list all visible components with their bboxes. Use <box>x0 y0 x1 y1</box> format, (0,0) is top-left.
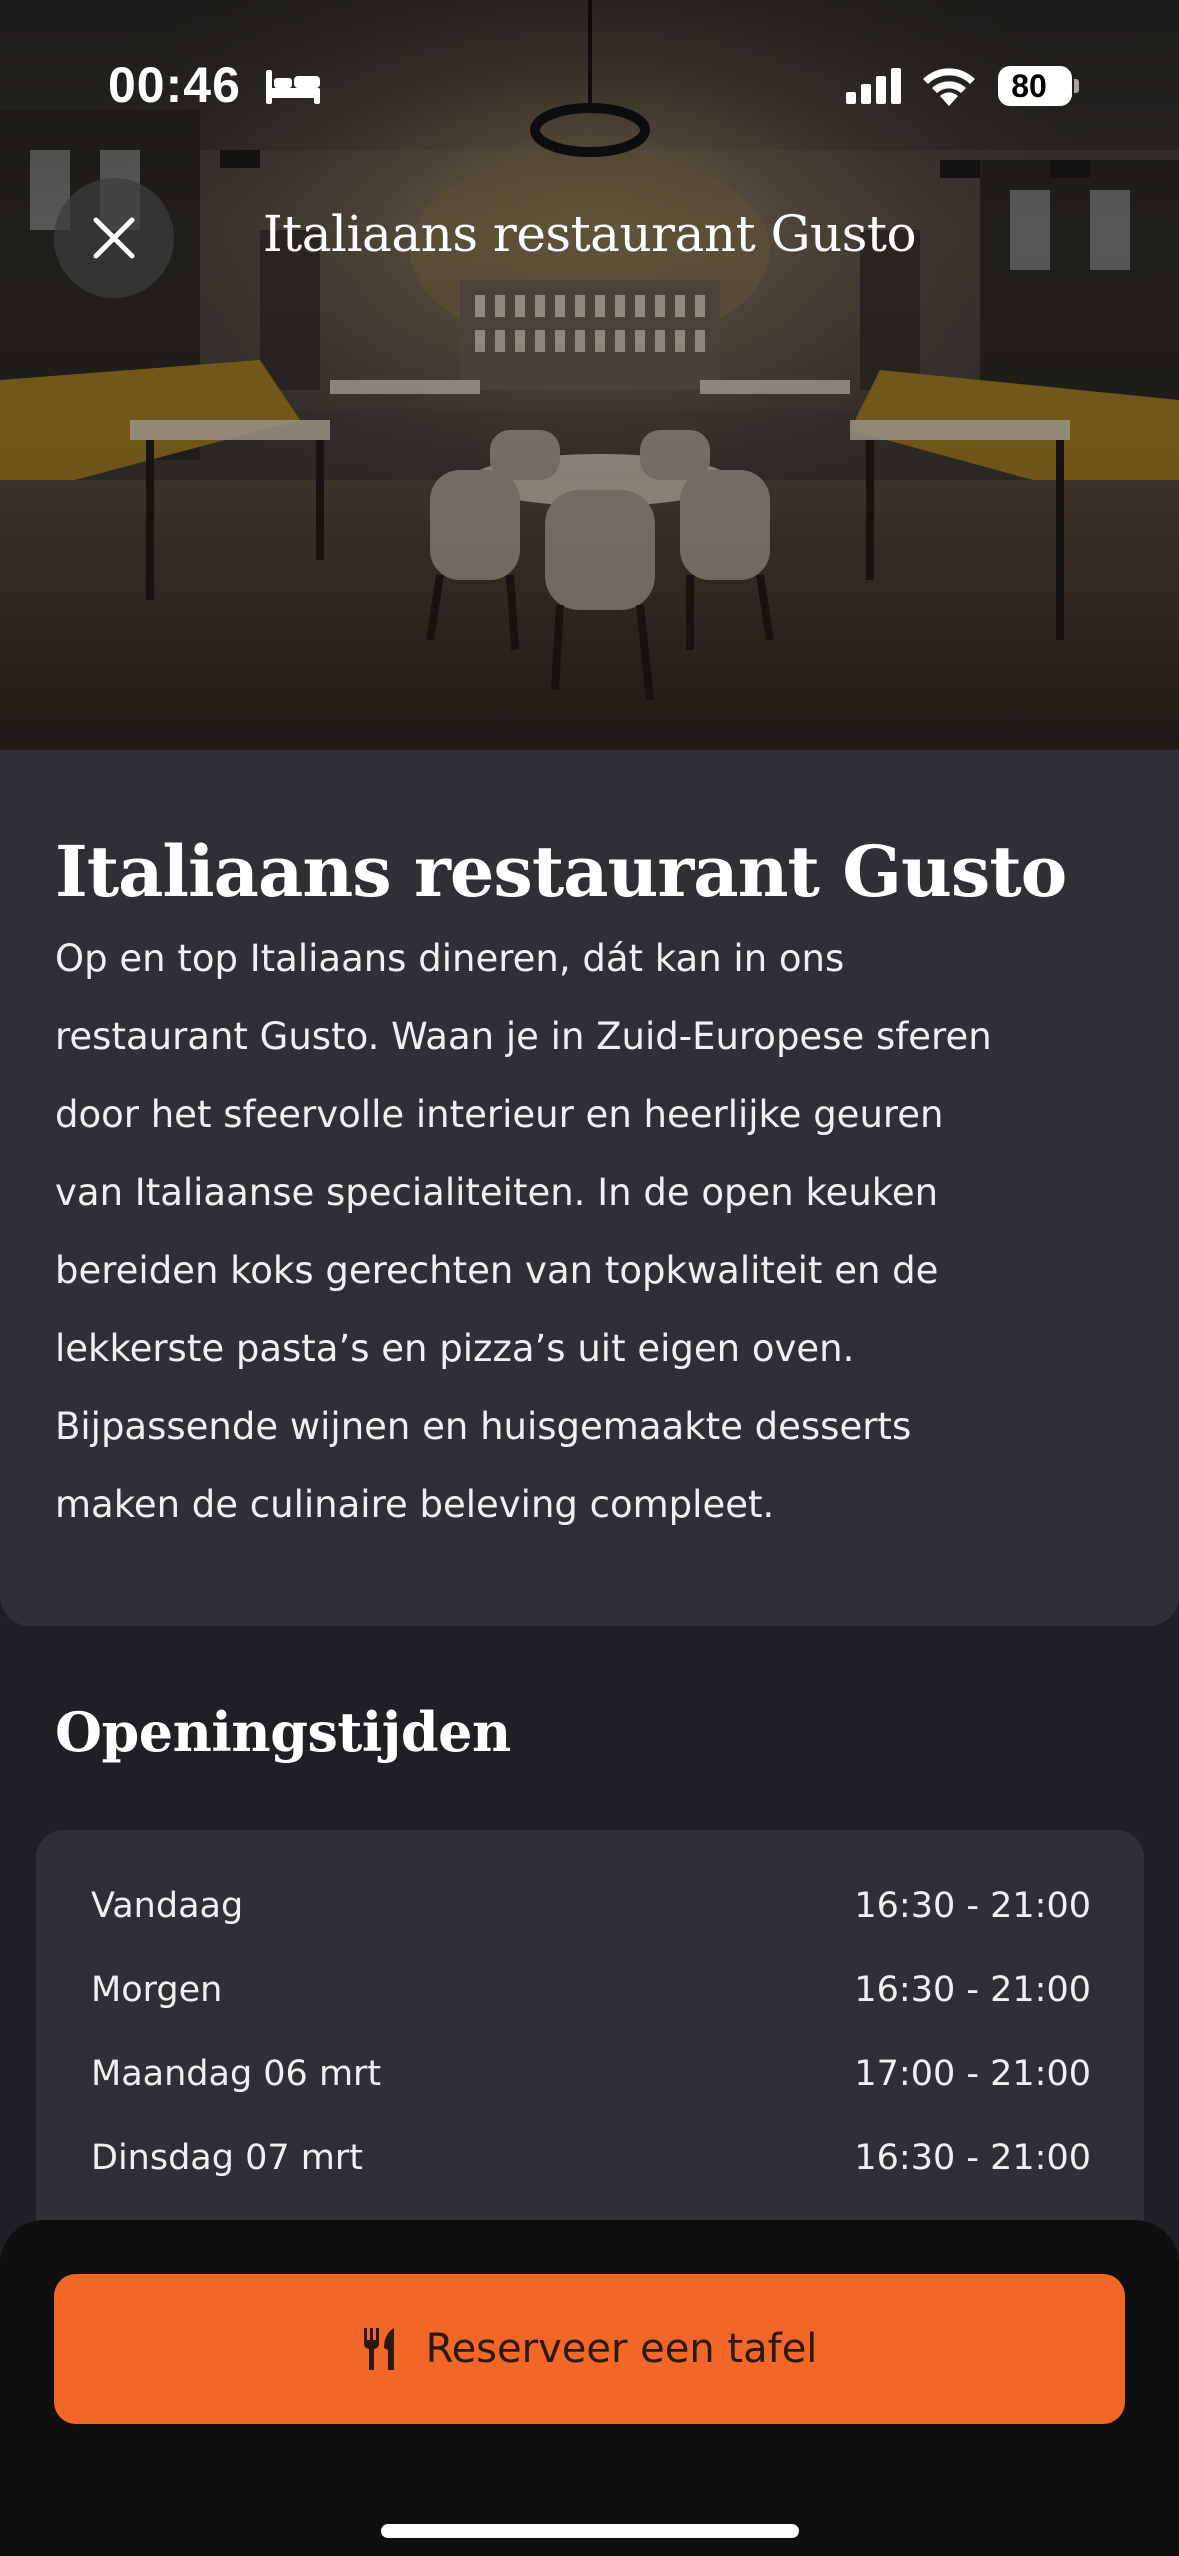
description-line: restaurant Gusto. Waan je in Zuid-Europe… <box>55 1015 992 1058</box>
status-bar: 00:46 80 <box>0 0 1179 150</box>
home-indicator[interactable] <box>381 2524 799 2538</box>
restaurant-info-card: Italiaans restaurant Gusto Op en top Ita… <box>0 750 1179 1626</box>
hours-day: Vandaag <box>91 1886 244 1926</box>
hours-time: 16:30 - 21:00 <box>854 1970 1091 2010</box>
status-time: 00:46 <box>108 57 241 113</box>
signal-icon <box>846 68 901 104</box>
reserve-table-button[interactable]: Reserveer een tafel <box>54 2274 1125 2424</box>
hours-row: Dinsdag 07 mrt 16:30 - 21:00 <box>91 2128 1091 2188</box>
opening-hours-card: Vandaag 16:30 - 21:00 Morgen 16:30 - 21:… <box>36 1830 1144 2250</box>
hours-time: 16:30 - 21:00 <box>854 2138 1091 2178</box>
description-line: door het sfeervolle interieur en heerlij… <box>55 1093 944 1136</box>
description-line: maken de culinaire beleving compleet. <box>55 1483 775 1526</box>
header-title: Italiaans restaurant Gusto <box>262 205 917 263</box>
hero-image: 00:46 80 Italiaans restaurant Gusto <box>0 0 1179 750</box>
hours-day: Dinsdag 07 mrt <box>91 2138 363 2178</box>
reserve-button-label: Reserveer een tafel <box>425 2326 818 2372</box>
opening-hours-heading: Openingstijden <box>55 1700 511 1764</box>
bed-icon <box>266 70 320 104</box>
wifi-icon <box>923 68 975 106</box>
battery-icon: 80 <box>998 66 1079 106</box>
hours-time: 16:30 - 21:00 <box>854 1886 1091 1926</box>
description-line: van Italiaanse specialiteiten. In de ope… <box>55 1171 939 1214</box>
battery-level: 80 <box>1011 68 1047 104</box>
hours-day: Morgen <box>91 1970 223 2010</box>
hours-row: Morgen 16:30 - 21:00 <box>91 1960 1091 2020</box>
restaurant-title: Italiaans restaurant Gusto <box>55 830 1067 913</box>
hours-time: 17:00 - 21:00 <box>854 2054 1091 2094</box>
description-line: Op en top Italiaans dineren, dát kan in … <box>55 937 845 980</box>
cutlery-icon <box>363 2328 394 2370</box>
restaurant-detail-screen: 00:46 80 Italiaans restaurant Gusto Ital… <box>0 0 1179 2556</box>
description-line: lekkerste pasta’s en pizza’s uit eigen o… <box>55 1327 855 1370</box>
hours-row: Maandag 06 mrt 17:00 - 21:00 <box>91 2044 1091 2104</box>
restaurant-description: Op en top Italiaans dineren, dát kan in … <box>55 920 1145 1544</box>
hours-day: Maandag 06 mrt <box>91 2054 382 2094</box>
hours-row: Vandaag 16:30 - 21:00 <box>91 1876 1091 1936</box>
description-line: Bijpassende wijnen en huisgemaakte desse… <box>55 1405 912 1448</box>
bottom-action-bar: Reserveer een tafel <box>0 2220 1179 2556</box>
description-line: bereiden koks gerechten van topkwaliteit… <box>55 1249 939 1292</box>
